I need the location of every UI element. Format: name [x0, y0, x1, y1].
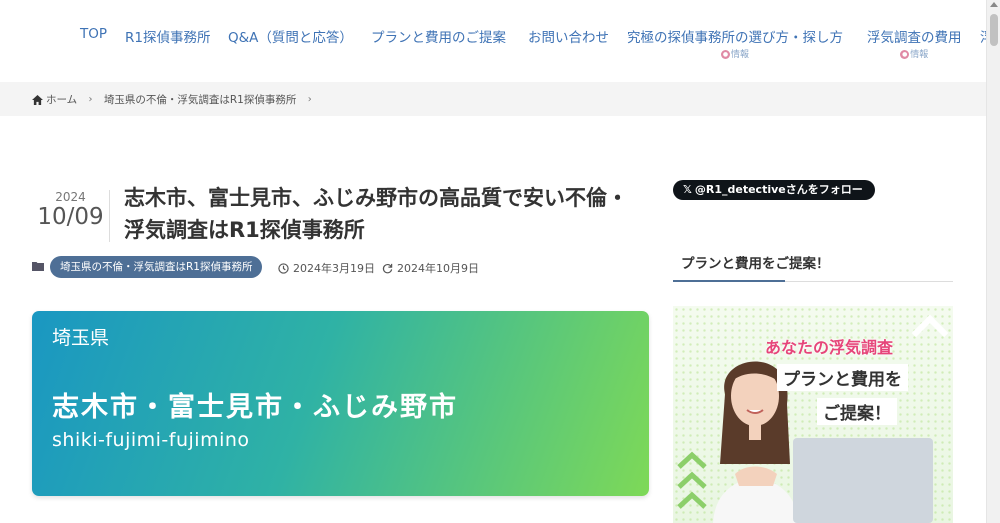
nav-sub-label: ● 情報	[867, 47, 962, 60]
nav-label: R1探偵事務所	[125, 30, 211, 46]
laptop-image	[793, 438, 933, 523]
hero-eyecatch: 埼玉県 志木市・富士見市・ふじみ野市 shiki-fujimi-fujimino	[32, 311, 649, 496]
nav-item-r1-office[interactable]: R1探偵事務所	[125, 26, 210, 46]
chevron-right-icon: ›	[307, 94, 312, 105]
nav-label: TOP	[80, 26, 108, 42]
page-title: 志木市、富士見市、ふじみ野市の高品質で安い不倫・浮気調査はR1探偵事務所	[124, 186, 628, 242]
info-badge-icon: ●	[900, 50, 910, 59]
breadcrumb-home[interactable]: ホーム	[46, 94, 77, 106]
nav-item-cheating-cost[interactable]: 浮気調査の費用 ● 情報	[867, 26, 962, 60]
published-date: 2024年3月19日	[278, 260, 375, 276]
nav-sub-text: 情報	[910, 50, 929, 60]
nav-label: プランと費用のご提案	[371, 30, 506, 46]
x-follow-button[interactable]: 𝕏 @R1_detectiveさんをフォロー	[673, 180, 875, 200]
page-scrollbar[interactable]	[986, 0, 1000, 523]
hero-prefecture: 埼玉県	[52, 327, 110, 349]
home-icon	[32, 94, 43, 105]
nav-item-plan-cost[interactable]: プランと費用のご提案	[371, 26, 506, 46]
nav-sub-text: 情報	[730, 50, 749, 60]
post-year: 2024	[55, 190, 86, 204]
hero-cities: 志木市・富士見市・ふじみ野市	[52, 392, 458, 423]
hero-romanized: shiki-fujimi-fujimino	[52, 429, 250, 451]
nav-label: Q&A（質問と応答）	[228, 30, 353, 46]
post-meta: 埼玉県の不倫・浮気調査はR1探偵事務所 2024年3月19日 2024年10月9…	[32, 256, 552, 278]
refresh-icon	[382, 263, 393, 274]
heading-underline	[673, 280, 785, 282]
scroll-up-arrow-icon[interactable]	[990, 2, 998, 7]
breadcrumb: ホーム › 埼玉県の不倫・浮気調査はR1探偵事務所 ›	[32, 92, 320, 107]
site-header: TOP R1探偵事務所 Q&A（質問と応答） プランと費用のご提案 お問い合わせ…	[0, 0, 986, 82]
nav-item-choose-guide[interactable]: 究極の探偵事務所の選び方・探し方 ● 情報	[627, 26, 843, 60]
updated-date: 2024年10月9日	[382, 260, 479, 276]
plan-cost-banner[interactable]: あなたの浮気調査 プランと費用を ご提案！	[673, 306, 953, 523]
chevron-up-decoration-icon	[677, 451, 707, 509]
category-badge[interactable]: 埼玉県の不倫・浮気調査はR1探偵事務所	[50, 256, 263, 278]
published-date-text: 2024年3月19日	[293, 262, 375, 275]
chevron-right-icon: ›	[88, 94, 93, 105]
post-date: 2024 10/09	[32, 190, 110, 242]
updated-date-text: 2024年10月9日	[397, 262, 479, 275]
banner-line-1: あなたの浮気調査	[765, 338, 894, 357]
post-month-day: 10/09	[37, 204, 104, 230]
info-badge-icon: ●	[720, 50, 730, 59]
banner-line-2: プランと費用を	[777, 364, 908, 391]
sidebar-widget-heading: プランと費用をご提案！	[673, 250, 953, 282]
nav-item-top[interactable]: TOP	[80, 26, 107, 42]
breadcrumb-category[interactable]: 埼玉県の不倫・浮気調査はR1探偵事務所	[104, 94, 296, 106]
x-logo-icon: 𝕏	[683, 183, 692, 196]
nav-sub-label: ● 情報	[627, 47, 843, 60]
nav-label: お問い合わせ	[528, 30, 609, 46]
scroll-thumb[interactable]	[990, 14, 998, 46]
breadcrumb-bar: ホーム › 埼玉県の不倫・浮気調査はR1探偵事務所 ›	[0, 82, 986, 116]
sidebar-heading-text: プランと費用をご提案！	[681, 256, 830, 272]
nav-label: 浮気調査の費用	[867, 30, 962, 46]
folder-icon	[32, 262, 44, 271]
nav-label: 究極の探偵事務所の選び方・探し方	[627, 30, 843, 46]
nav-item-contact[interactable]: お問い合わせ	[528, 26, 609, 46]
banner-line-3: ご提案！	[817, 398, 897, 425]
follow-label: @R1_detectiveさんをフォロー	[694, 183, 863, 196]
clock-icon	[278, 263, 289, 274]
nav-item-qa[interactable]: Q&A（質問と応答）	[228, 26, 353, 46]
